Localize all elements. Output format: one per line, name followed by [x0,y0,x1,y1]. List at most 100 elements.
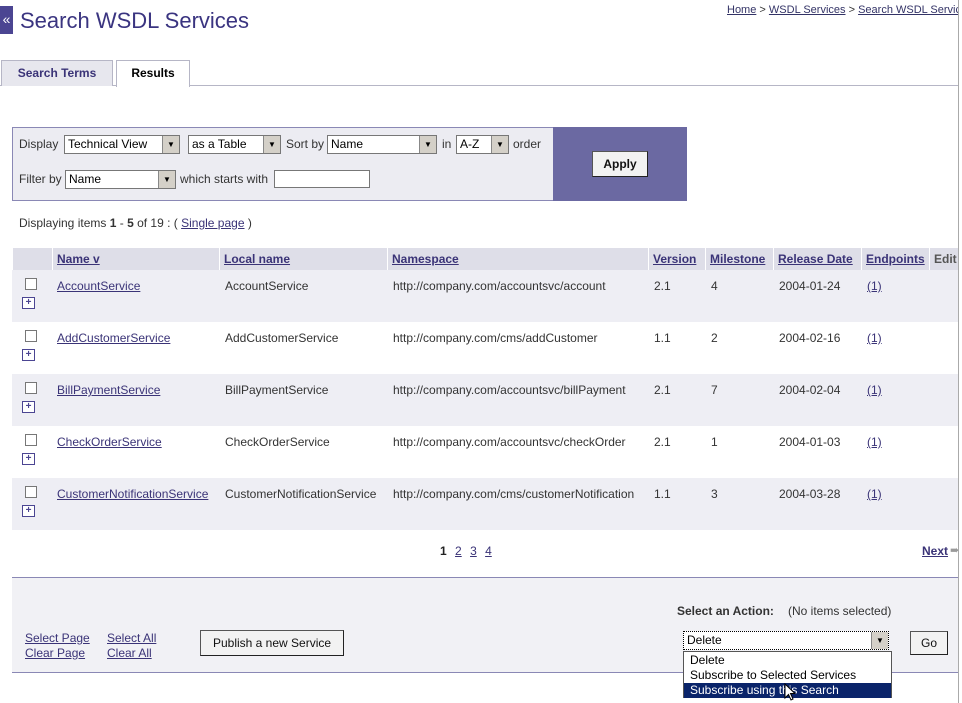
table-row: + BillPaymentService BillPaymentService … [12,374,960,426]
order-label: order [513,137,542,151]
view-select[interactable]: Technical View ▼ [64,135,180,154]
release-date: 2004-03-28 [779,487,841,501]
expand-icon[interactable]: + [22,505,35,517]
page-link[interactable]: 3 [470,544,477,558]
format-select[interactable]: as a Table ▼ [188,135,281,154]
local-name: BillPaymentService [225,383,329,397]
collapse-sidebar-button[interactable]: « [0,6,13,34]
column-header-milestone[interactable]: Milestone [705,248,773,270]
row-checkbox[interactable] [25,434,37,446]
column-header-local-name[interactable]: Local name [219,248,387,270]
version: 2.1 [654,279,671,293]
filter-select[interactable]: Name ▼ [65,170,176,189]
column-header-release-date[interactable]: Release Date [773,248,861,270]
column-header-name[interactable]: Name v [52,248,219,270]
namespace: http://company.com/cms/addCustomer [393,331,598,345]
window-edge [958,0,962,703]
chevron-down-icon: ▼ [871,632,888,649]
page-link[interactable]: 2 [455,544,462,558]
option-subscribe-selected[interactable]: Subscribe to Selected Services [684,668,891,683]
chevron-down-icon: ▼ [419,136,436,153]
row-checkbox[interactable] [25,486,37,498]
breadcrumb-wsdl-services[interactable]: WSDL Services [769,4,846,16]
column-header-namespace[interactable]: Namespace [387,248,648,270]
single-page-link[interactable]: Single page [181,216,244,230]
column-header-version[interactable]: Version [648,248,705,270]
count-dash: - [116,216,128,230]
service-name-link[interactable]: BillPaymentService [57,383,160,397]
select-action-label: Select an Action: [677,604,774,618]
column-header-edit: Edit [929,248,960,270]
table-row: + CheckOrderService CheckOrderService ht… [12,426,960,478]
sort-select[interactable]: Name ▼ [327,135,437,154]
option-delete[interactable]: Delete [684,653,891,668]
namespace: http://company.com/accountsvc/account [393,279,606,293]
table-row: + CustomerNotificationService CustomerNo… [12,478,960,530]
breadcrumb-sep: > [848,4,856,16]
service-name-link[interactable]: AccountService [57,279,140,293]
expand-icon[interactable]: + [22,349,35,361]
tab-results[interactable]: Results [116,60,190,87]
pagination: 1 2 3 4 [440,544,492,558]
header-select-column [12,248,52,270]
version: 2.1 [654,435,671,449]
clear-page-link[interactable]: Clear Page [25,646,85,660]
select-all-link[interactable]: Select All [107,631,156,645]
row-checkbox[interactable] [25,382,37,394]
local-name: CheckOrderService [225,435,330,449]
row-checkbox[interactable] [25,278,37,290]
local-name: AccountService [225,279,309,293]
endpoints-link[interactable]: (1) [867,279,882,293]
release-date: 2004-01-24 [779,279,841,293]
milestone: 4 [711,279,718,293]
view-select-value: Technical View [68,137,148,151]
display-count: Displaying items 1 - 5 of 19 : ( Single … [19,216,252,230]
local-name: CustomerNotificationService [225,487,377,501]
release-date: 2004-02-04 [779,383,841,397]
endpoints-link[interactable]: (1) [867,487,882,501]
selection-status: (No items selected) [788,604,892,618]
service-name-link[interactable]: CustomerNotificationService [57,487,208,501]
action-select[interactable]: Delete ▼ [683,631,889,650]
milestone: 2 [711,331,718,345]
go-button[interactable]: Go [910,631,948,655]
breadcrumb-sep: > [759,4,766,16]
chevron-down-icon: ▼ [491,136,508,153]
service-name-link[interactable]: AddCustomerService [57,331,170,345]
version: 1.1 [654,487,671,501]
starts-with-input[interactable] [274,170,370,188]
filter-label: Filter by [19,172,62,186]
table-row: + AccountService AccountService http://c… [12,270,960,322]
count-to: 5 [127,216,134,230]
order-select[interactable]: A-Z ▼ [456,135,509,154]
expand-icon[interactable]: + [22,401,35,413]
sort-label: Sort by [286,137,325,151]
sort-select-value: Name [331,137,364,151]
tab-search-terms[interactable]: Search Terms [1,60,113,86]
select-page-link[interactable]: Select Page [25,631,90,645]
tab-bar: Search Terms Results [0,60,962,87]
table-header: Name v Local name Namespace Version Mile… [12,248,960,270]
format-select-value: as a Table [192,137,247,151]
endpoints-link[interactable]: (1) [867,331,882,345]
page-link[interactable]: 4 [485,544,492,558]
clear-all-link[interactable]: Clear All [107,646,152,660]
breadcrumb: Home > WSDL Services > Search WSDL Servi… [727,4,962,16]
order-select-value: A-Z [460,137,480,151]
table-row: + AddCustomerService AddCustomerService … [12,322,960,374]
expand-icon[interactable]: + [22,453,35,465]
next-page-link[interactable]: Next [922,544,948,558]
row-checkbox[interactable] [25,330,37,342]
column-header-endpoints[interactable]: Endpoints [861,248,929,270]
breadcrumb-search-wsdl[interactable]: Search WSDL Service [858,4,962,16]
display-label: Display [19,137,59,151]
expand-icon[interactable]: + [22,297,35,309]
service-name-link[interactable]: CheckOrderService [57,435,162,449]
in-label: in [442,137,452,151]
breadcrumb-home[interactable]: Home [727,4,756,16]
milestone: 7 [711,383,718,397]
apply-button[interactable]: Apply [592,151,648,177]
endpoints-link[interactable]: (1) [867,383,882,397]
publish-service-button[interactable]: Publish a new Service [200,630,344,656]
endpoints-link[interactable]: (1) [867,435,882,449]
